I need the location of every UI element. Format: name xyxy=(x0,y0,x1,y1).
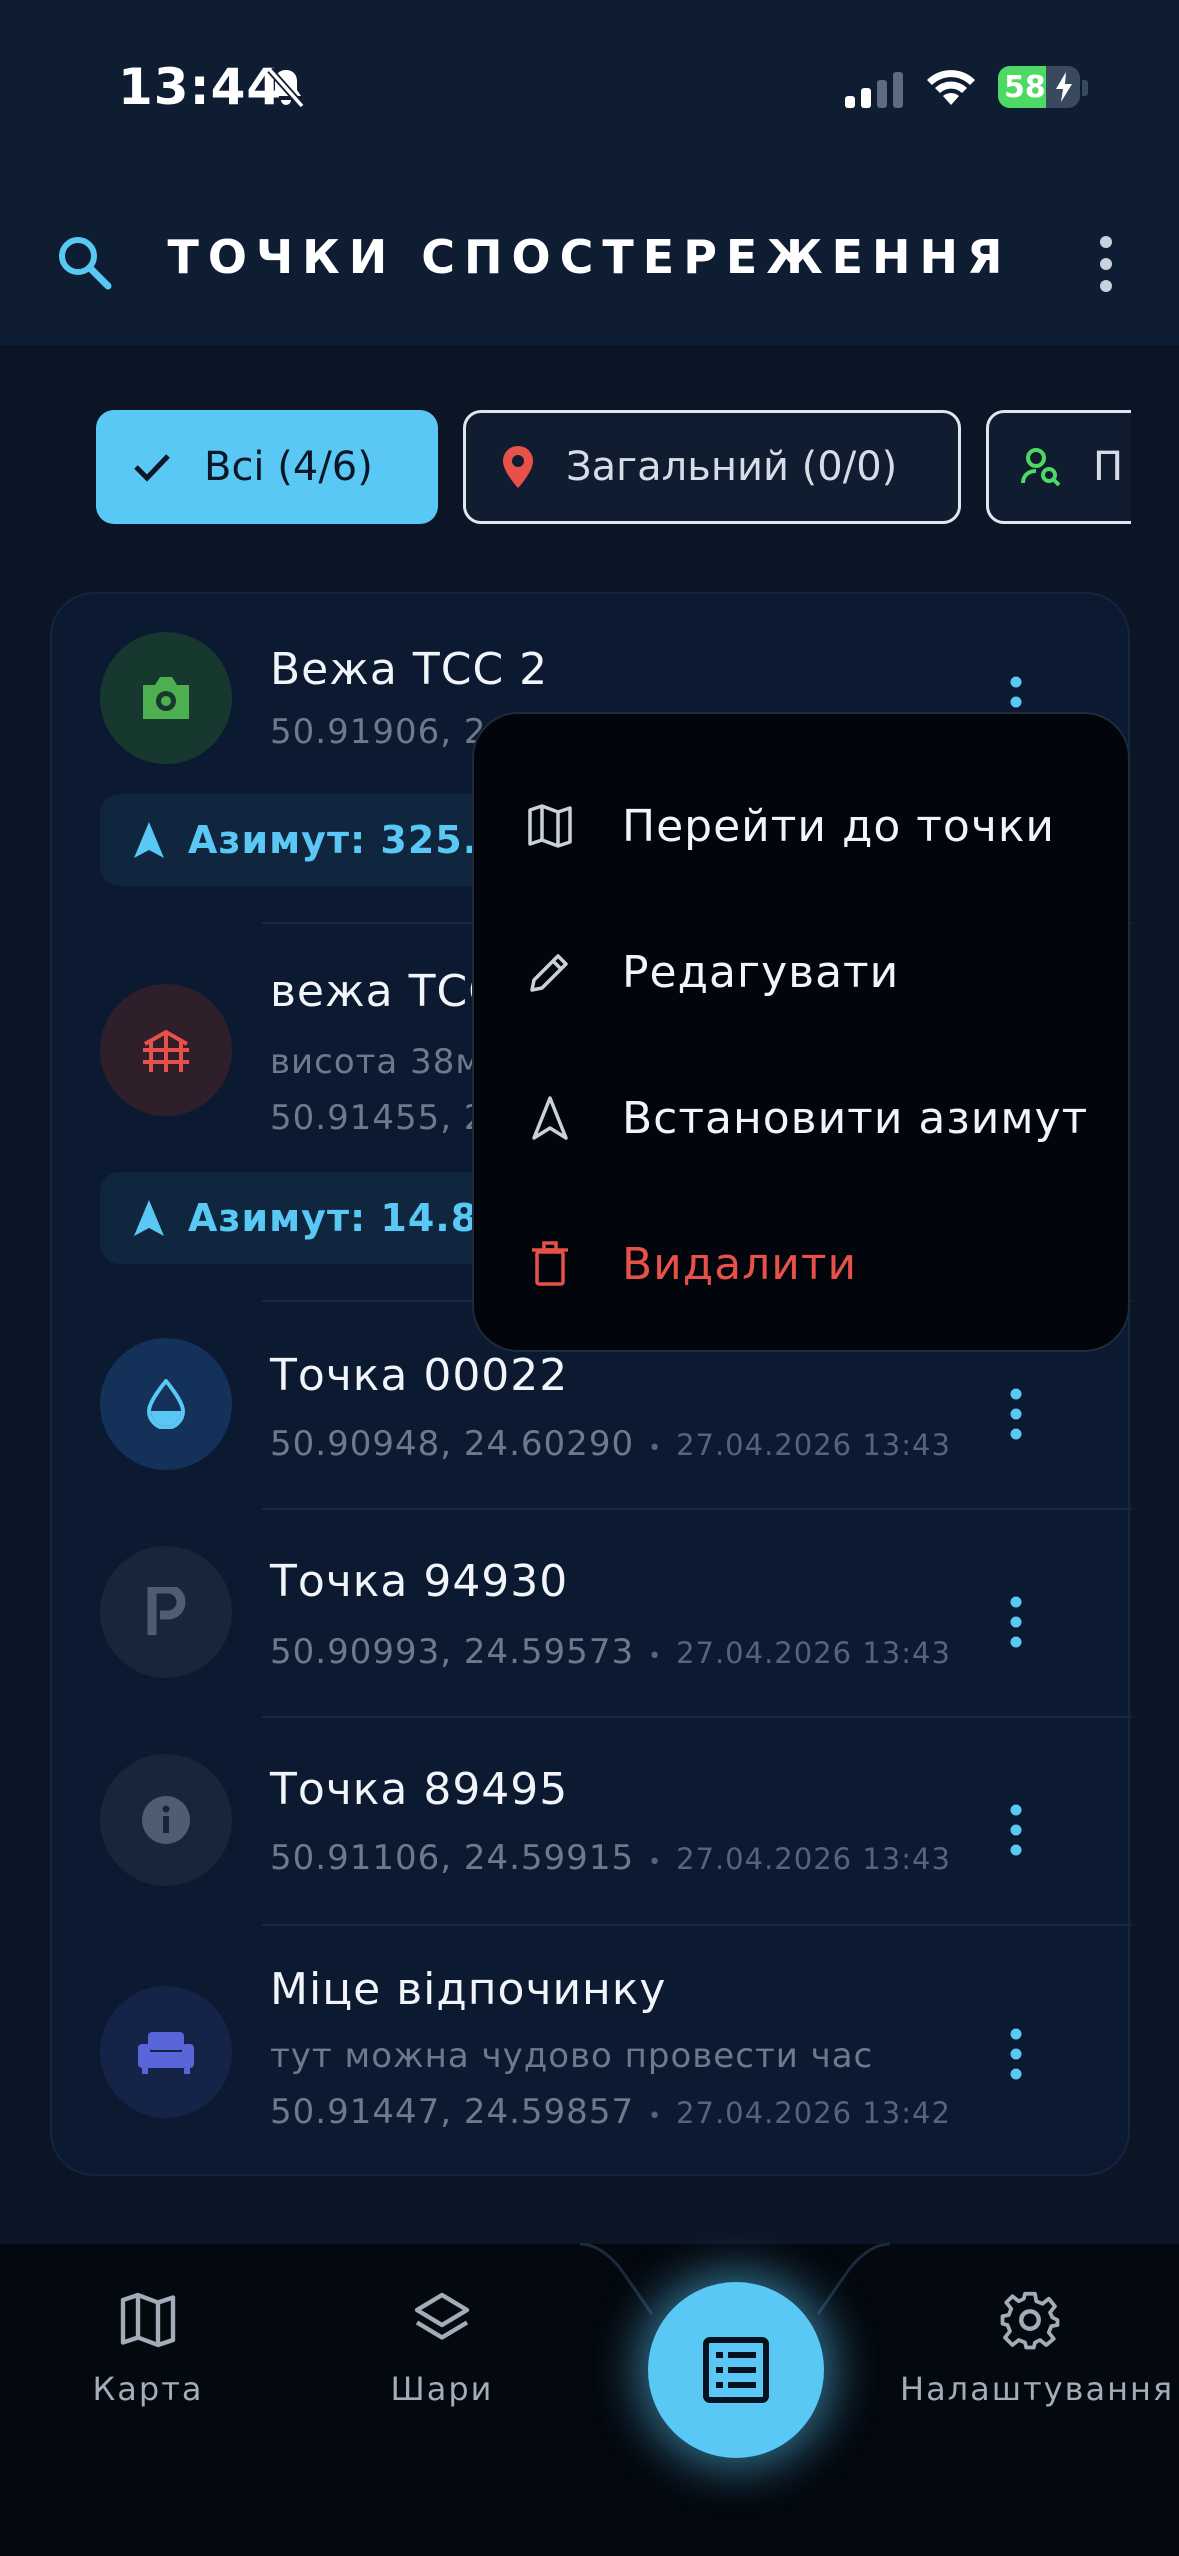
nav-item-settings[interactable]: Налаштування xyxy=(900,2290,1175,2408)
filter-chips: Всі (4/6) Загальний (0/0) П xyxy=(0,410,1131,526)
more-vertical-icon[interactable] xyxy=(1096,234,1116,294)
separator-dot: • xyxy=(648,1850,663,1875)
tower-icon xyxy=(143,1029,189,1072)
charging-bolt-icon xyxy=(1056,72,1072,102)
gear-icon xyxy=(1000,2291,1060,2350)
point-menu-button[interactable] xyxy=(1006,1800,1026,1860)
parking-icon xyxy=(147,1587,186,1635)
list-icon xyxy=(703,2337,769,2403)
point-timestamp: 27.04.2026 13:43 xyxy=(676,1636,951,1670)
filter-chip-personal[interactable]: П xyxy=(986,410,1131,524)
filter-chip-label: Всі (4/6) xyxy=(204,444,373,490)
map-icon xyxy=(120,2292,176,2348)
point-icon-badge xyxy=(100,1754,232,1886)
azimuth-value: Азимут: 325.1 xyxy=(188,818,506,862)
bell-slash-icon xyxy=(267,67,305,109)
layers-icon xyxy=(414,2292,470,2340)
menu-item-label: Редагувати xyxy=(622,946,900,998)
nav-item-map[interactable]: Карта xyxy=(18,2290,278,2408)
pencil-icon xyxy=(530,954,568,992)
divider xyxy=(262,1716,1132,1718)
nav-label: Налаштування xyxy=(900,2370,1175,2408)
filter-chip-label: П xyxy=(1093,444,1124,490)
menu-item-label: Встановити азимут xyxy=(622,1092,1089,1144)
app-header xyxy=(0,0,1179,345)
point-title[interactable]: вежа ТСС xyxy=(270,966,500,1017)
separator-dot: • xyxy=(648,2104,663,2129)
sofa-icon xyxy=(138,2032,194,2074)
person-search-icon xyxy=(1021,448,1061,487)
point-coords: 50.91447, 24.59857 xyxy=(270,2092,635,2132)
point-icon-badge xyxy=(100,632,232,764)
point-menu-button[interactable] xyxy=(1006,1592,1026,1652)
point-note: тут можна чудово провести час xyxy=(270,2036,874,2076)
point-meta: 50.90993, 24.59573 • 27.04.2026 13:43 xyxy=(270,1632,951,1672)
point-title[interactable]: Точка 00022 xyxy=(270,1350,568,1401)
filter-chip-all[interactable]: Всі (4/6) xyxy=(96,410,438,524)
check-icon xyxy=(134,454,170,482)
filter-chip-general[interactable]: Загальний (0/0) xyxy=(463,410,961,524)
point-timestamp: 27.04.2026 13:43 xyxy=(676,1842,951,1876)
water-drop-icon xyxy=(146,1379,186,1429)
point-timestamp: 27.04.2026 13:43 xyxy=(676,1428,951,1462)
point-title[interactable]: Міце відпочинку xyxy=(270,1964,666,2015)
battery-indicator: 58 xyxy=(998,66,1080,108)
point-icon-badge xyxy=(100,1986,232,2118)
point-note: висота 38м xyxy=(270,1042,482,1082)
separator-dot: • xyxy=(648,1644,663,1669)
menu-item-label: Перейти до точки xyxy=(622,800,1056,852)
location-pin-icon xyxy=(503,446,533,488)
point-icon-badge xyxy=(100,1338,232,1470)
point-timestamp: 27.04.2026 13:42 xyxy=(676,2096,951,2130)
point-coords: 50.90948, 24.60290 xyxy=(270,1424,635,1464)
divider xyxy=(262,1508,1132,1510)
point-menu-button[interactable] xyxy=(1006,1384,1026,1444)
point-icon-badge xyxy=(100,1546,232,1678)
trash-icon xyxy=(532,1241,568,1286)
battery-cap xyxy=(1082,80,1088,96)
menu-item-delete[interactable]: Видалити xyxy=(474,1194,1132,1334)
battery-percent: 58 xyxy=(1004,70,1046,105)
nav-label: Карта xyxy=(92,2370,204,2408)
navigation-arrow-icon xyxy=(134,1200,164,1236)
nav-item-list[interactable] xyxy=(648,2282,824,2458)
context-menu: Перейти до точки Редагувати Встановити а… xyxy=(472,712,1130,1352)
point-meta: 50.91106, 24.59915 • 27.04.2026 13:43 xyxy=(270,1838,951,1878)
azimuth-value: Азимут: 14.8° xyxy=(188,1196,499,1240)
point-title[interactable]: Точка 89495 xyxy=(270,1764,568,1815)
page-title: ТОЧКИ СПОСТЕРЕЖЕННЯ xyxy=(167,230,1012,284)
point-coords: 50.90993, 24.59573 xyxy=(270,1632,635,1672)
point-title[interactable]: Точка 94930 xyxy=(270,1556,568,1607)
info-icon xyxy=(142,1796,190,1844)
separator-dot: • xyxy=(648,1436,663,1461)
point-icon-badge xyxy=(100,984,232,1116)
filter-chip-label: Загальний (0/0) xyxy=(566,444,898,490)
point-meta: 50.90948, 24.60290 • 27.04.2026 13:43 xyxy=(270,1424,951,1464)
navigation-arrow-icon xyxy=(134,822,164,858)
point-coords: 50.91106, 24.59915 xyxy=(270,1838,635,1878)
point-menu-button[interactable] xyxy=(1006,2024,1026,2084)
status-time: 13:44 xyxy=(118,58,283,116)
camera-icon xyxy=(143,677,189,719)
menu-item-edit[interactable]: Редагувати xyxy=(474,902,1132,1042)
nav-item-layers[interactable]: Шари xyxy=(312,2290,572,2408)
signal-icon xyxy=(845,72,903,108)
point-meta: 50.91447, 24.59857 • 27.04.2026 13:42 xyxy=(270,2092,951,2132)
point-title[interactable]: Вежа ТСС 2 xyxy=(270,644,548,695)
wifi-icon xyxy=(927,70,975,105)
menu-item-set-azimuth[interactable]: Встановити азимут xyxy=(474,1048,1132,1188)
map-icon xyxy=(528,804,572,848)
navigation-arrow-icon xyxy=(532,1096,568,1140)
divider xyxy=(262,1924,1132,1926)
menu-item-label: Видалити xyxy=(622,1238,858,1290)
nav-label: Шари xyxy=(390,2370,494,2408)
menu-item-go-to-point[interactable]: Перейти до точки xyxy=(474,756,1132,896)
